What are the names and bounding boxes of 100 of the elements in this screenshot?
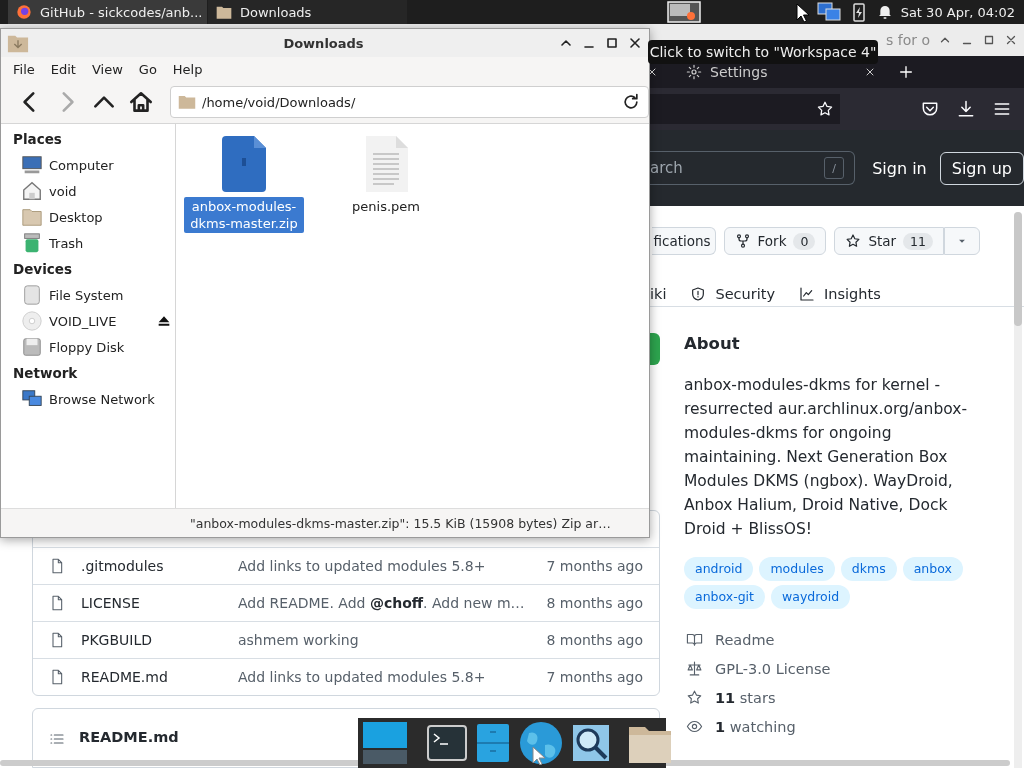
commit-message[interactable]: Add links to updated modules 5.8+ [238,669,531,685]
bookmark-star-icon[interactable] [816,100,834,118]
file-icon [49,595,65,611]
file-link[interactable]: LICENSE [81,595,222,611]
gear-icon [686,64,702,80]
code-button[interactable] [650,333,660,365]
sidebar-item[interactable]: Computer [49,157,172,173]
maximize-icon[interactable] [604,35,620,51]
nav-tab[interactable]: Insights [799,283,881,305]
window-title: s for o [886,32,930,48]
nav-tab[interactable]: iki [650,283,667,305]
file-icon [49,558,65,574]
address-bar[interactable] [648,94,840,124]
topic-tag[interactable]: dkms [840,557,897,581]
file-link[interactable]: .gitmodules [81,558,222,574]
star-icon [845,233,862,249]
commit-message[interactable]: ashmem working [238,632,531,648]
folder-icon [178,93,196,111]
sidebar-item[interactable]: Floppy Disk [49,339,172,355]
zip-file-icon[interactable] [222,136,266,192]
magnifier-icon[interactable] [573,725,609,761]
workspace-switcher-icon[interactable] [363,722,407,764]
sidebar-item[interactable]: VOID_LIVE [49,313,150,329]
file-icon [49,669,65,685]
tooltip: Click to switch to "Workspace 4" [648,40,878,64]
maximize-icon[interactable] [982,33,996,47]
menu-item[interactable]: Go [130,61,165,77]
taskbar-button[interactable]: GitHub - sickcodes/anb... [8,0,207,24]
file-name[interactable]: penis.pem [349,197,423,216]
menu-item[interactable]: Edit [42,61,84,77]
menu-item[interactable]: View [83,61,131,77]
topic-tag[interactable]: anbox [902,557,963,581]
scrollbar[interactable] [1014,212,1022,768]
sidebar-item[interactable]: Trash [49,235,172,251]
topic-tag[interactable]: modules [759,557,835,581]
search-field[interactable]: arch / [650,151,856,185]
fork-icon [734,233,751,249]
new-tab-icon[interactable] [898,64,914,80]
browser-tab[interactable]: Settings [710,64,768,80]
topic-tag[interactable]: android [684,557,754,581]
file-link[interactable]: README.md [81,669,222,685]
sidebar-item[interactable]: Desktop [49,209,172,225]
sidebar-item[interactable]: File System [49,287,172,303]
battery-icon[interactable] [850,2,867,22]
sign-in-link[interactable]: Sign in [872,158,927,178]
bell-icon[interactable] [876,4,893,20]
repo-link[interactable]: 1 watching [715,718,796,735]
cursor-icon [796,3,810,23]
clock: Sat 30 Apr, 04:02 [900,4,1015,20]
commit-message[interactable]: Add README. Add @choff. Add new m… [238,595,531,611]
menu-item[interactable]: File [5,61,43,77]
sidebar-heading: Places [12,130,63,149]
floppy-icon [21,336,43,358]
browser-icon [16,4,32,20]
repo-description: anbox-modules-dkms for kernel - resurrected aur.archlinux.org/anbox-modules-dkms for ongoing maintaining. Next Generation Box Modules DKMS (ngbox). WayDroid, Anbox Halium, Droid Native, Dock Droid + BlissOS! [684,375,969,540]
topic-tag[interactable]: anbox-git [684,585,765,609]
star-button[interactable]: Star 11 [834,227,944,255]
close-icon[interactable] [864,66,876,78]
reload-icon[interactable] [621,92,641,112]
folder-icon [216,4,232,20]
sign-up-button[interactable]: Sign up [939,151,1024,185]
commit-age: 8 months ago [546,632,643,648]
sidebar-item[interactable]: void [49,183,172,199]
path-text: /home/void/Downloads/ [202,94,357,110]
close-icon[interactable] [1004,33,1018,47]
nav-tab[interactable]: Security [690,283,775,305]
window-title: Downloads [282,35,365,51]
network-icon[interactable] [816,1,841,23]
sidebar-item[interactable]: Browse Network [49,391,172,407]
file-name[interactable]: anbox-modules-dkms-master.zip [184,197,304,233]
fork-button[interactable]: Fork 0 [723,227,827,255]
eye-icon [686,718,703,735]
taskbar-button[interactable]: Downloads [208,0,407,24]
commit-message[interactable]: Add links to updated modules 5.8+ [238,558,531,574]
commit-age: 7 months ago [546,669,643,685]
notifications-button[interactable]: fications [651,227,716,255]
repo-link[interactable]: 11 stars [715,689,776,706]
scrollbar-thumb[interactable] [1014,212,1022,326]
status-bar: "anbox-modules-dkms-master.zip": 15.5 KiB (15908 bytes) Zip ar… [1,508,649,537]
file-icon [49,632,65,648]
commit-age: 8 months ago [546,595,643,611]
shield-icon [690,286,707,302]
sidebar-heading: Network [12,364,79,383]
star-dropdown-button[interactable] [944,227,980,255]
topic-tag[interactable]: waydroid [771,585,851,609]
workspace-thumbnail-icon[interactable] [667,1,701,23]
home-icon [21,180,43,202]
drive-icon [21,284,43,306]
menu-item[interactable]: Help [164,61,211,77]
download-icon[interactable] [956,99,976,119]
repo-link[interactable]: GPL-3.0 License [715,660,831,677]
book-icon [686,631,703,648]
path-field[interactable]: /home/void/Downloads/ [170,86,649,118]
close-icon[interactable] [627,35,643,51]
home-icon[interactable] [128,89,154,115]
repo-link[interactable]: Readme [715,631,775,648]
globe-icon[interactable] [519,721,563,765]
star-icon [686,689,703,706]
terminal-icon[interactable] [427,725,467,761]
file-link[interactable]: PKGBUILD [81,632,222,648]
